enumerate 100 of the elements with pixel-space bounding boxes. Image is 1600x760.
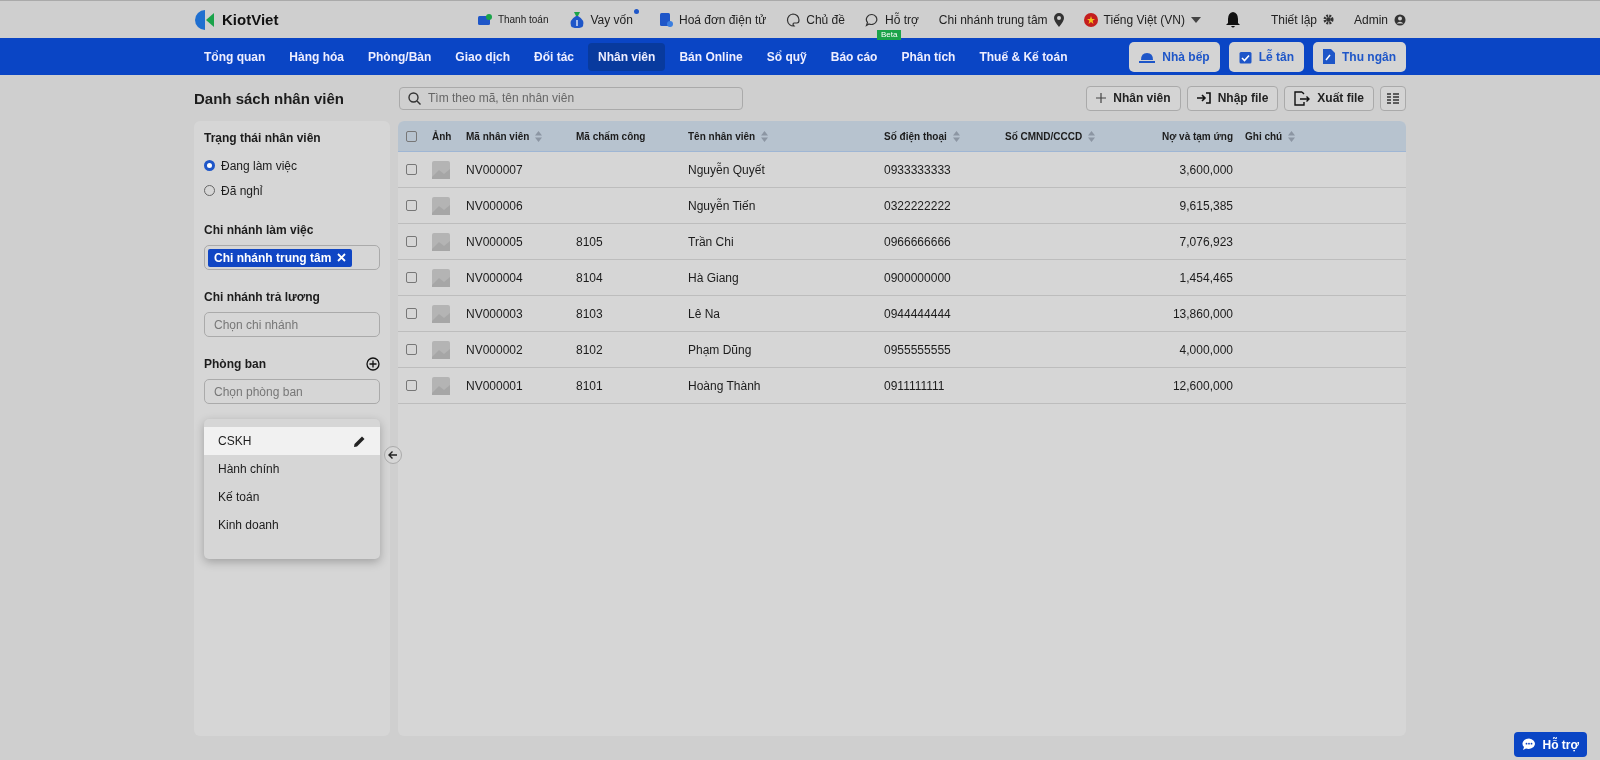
money-bag-icon bbox=[568, 10, 585, 29]
chat-icon bbox=[864, 12, 879, 27]
search-field[interactable]: Tìm theo mã, tên nhân viên bbox=[399, 86, 743, 110]
row-checkbox[interactable] bbox=[406, 200, 417, 211]
nav-tab[interactable]: Phòng/Bàn bbox=[358, 42, 442, 71]
settings-link[interactable]: Thiết lập bbox=[1270, 12, 1334, 27]
user-icon bbox=[1394, 13, 1406, 26]
avatar-placeholder-icon bbox=[432, 232, 450, 251]
avatar-placeholder-icon bbox=[432, 160, 450, 179]
top-link[interactable]: Chủ đề bbox=[786, 12, 845, 27]
document-icon bbox=[1323, 49, 1335, 64]
table-cell: Trần Chi bbox=[688, 234, 734, 249]
row-checkbox[interactable] bbox=[406, 272, 417, 283]
radio-option[interactable]: Đã nghỉ bbox=[204, 178, 380, 203]
add-circle-icon[interactable] bbox=[366, 357, 380, 371]
table-cell: 8102 bbox=[576, 342, 603, 357]
table-cell: Hà Giang bbox=[688, 270, 739, 285]
column-header[interactable]: Số điện thoại bbox=[884, 130, 1005, 142]
table-cell: 12,600,000 bbox=[1172, 378, 1233, 393]
table-cell: 7,076,923 bbox=[1179, 234, 1233, 249]
column-header[interactable]: Mã nhân viên bbox=[466, 130, 576, 142]
table-cell: NV000005 bbox=[466, 234, 523, 249]
sort-icon bbox=[535, 130, 543, 142]
table-cell: NV000002 bbox=[466, 342, 523, 357]
department-field[interactable]: Chọn phòng ban bbox=[204, 379, 380, 404]
branch-field[interactable]: Chi nhánh trung tâm bbox=[204, 245, 380, 270]
page-title: Danh sách nhân viên bbox=[194, 89, 346, 107]
table-cell: 0955555555 bbox=[884, 342, 951, 357]
nav-button[interactable]: Thu ngân bbox=[1313, 41, 1406, 72]
filter-title: Phòng ban bbox=[204, 357, 266, 371]
nav-tab[interactable]: Sổ quỹ bbox=[756, 42, 817, 71]
language-selector[interactable]: Tiếng Việt (VN) bbox=[1083, 12, 1201, 27]
column-header[interactable]: Ghi chú bbox=[1245, 130, 1406, 142]
cloche-icon bbox=[1139, 50, 1156, 63]
nav-tab[interactable]: Tổng quan bbox=[194, 42, 276, 71]
bell-icon[interactable] bbox=[1224, 10, 1241, 29]
table-cell: 3,600,000 bbox=[1179, 162, 1233, 177]
dropdown-item[interactable]: Hành chính bbox=[204, 455, 380, 483]
table-cell: 0966666666 bbox=[884, 234, 951, 249]
table-cell: 1,454,465 bbox=[1179, 270, 1233, 285]
column-header[interactable]: Tên nhân viên bbox=[688, 130, 884, 142]
chat-icon bbox=[1522, 738, 1537, 751]
nav-tab[interactable]: Phân tích bbox=[891, 42, 966, 71]
table-cell: 0911111111 bbox=[884, 378, 945, 393]
row-checkbox[interactable] bbox=[406, 236, 417, 247]
sort-icon bbox=[1088, 130, 1096, 142]
branch-tag: Chi nhánh trung tâm bbox=[208, 248, 353, 267]
row-checkbox[interactable] bbox=[406, 344, 417, 355]
table-cell: 4,000,000 bbox=[1179, 342, 1233, 357]
support-button[interactable]: Hỗ trợ bbox=[1514, 732, 1587, 757]
table-cell: 8101 bbox=[576, 378, 603, 393]
nav-tab[interactable]: Giao dịch bbox=[445, 42, 520, 71]
column-header: Nợ và tạm ứng bbox=[1160, 130, 1234, 142]
nav-tab[interactable]: Thuế & Kế toán bbox=[969, 42, 1078, 71]
row-checkbox[interactable] bbox=[406, 308, 417, 319]
branch-selector[interactable]: Chi nhánh trung tâm bbox=[938, 12, 1064, 27]
row-checkbox[interactable] bbox=[406, 164, 417, 175]
top-link[interactable]: Hoá đơn điện tử bbox=[658, 11, 767, 28]
nav-tab[interactable]: Bán Online bbox=[669, 42, 753, 71]
table-cell: 8105 bbox=[576, 234, 603, 249]
select-all-checkbox[interactable] bbox=[406, 130, 417, 142]
top-link[interactable]: Vay vốn bbox=[568, 10, 639, 29]
close-icon[interactable] bbox=[337, 253, 347, 262]
nav-button[interactable]: Lễ tân bbox=[1228, 41, 1304, 72]
dropdown-item[interactable]: Kinh doanh bbox=[204, 511, 380, 539]
branch-select-field[interactable]: Chọn chi nhánh bbox=[204, 312, 380, 337]
row-checkbox[interactable] bbox=[406, 380, 417, 391]
top-link[interactable]: Hỗ trợ bbox=[864, 12, 919, 27]
table-cell: 9,615,385 bbox=[1179, 198, 1233, 213]
top-link[interactable]: Thanh toán bbox=[477, 13, 549, 26]
pencil-icon[interactable] bbox=[353, 434, 366, 448]
logo-text: KiotViet bbox=[222, 11, 279, 28]
invoice-icon bbox=[658, 11, 673, 28]
avatar-placeholder-icon bbox=[432, 304, 450, 323]
avatar-placeholder-icon bbox=[432, 376, 450, 395]
nav-tab[interactable]: Nhân viên bbox=[588, 42, 666, 71]
radio-option[interactable]: Đang làm việc bbox=[204, 153, 380, 178]
dropdown-item[interactable]: Kế toán bbox=[204, 483, 380, 511]
nav-tab[interactable]: Đối tác bbox=[524, 42, 585, 71]
column-toggle-button[interactable] bbox=[1380, 85, 1406, 111]
avatar-placeholder-icon bbox=[432, 268, 450, 287]
nav-tab[interactable]: Hàng hóa bbox=[279, 42, 354, 71]
import-icon bbox=[1196, 92, 1211, 104]
notification-dot bbox=[633, 8, 639, 14]
table-cell: 13,860,000 bbox=[1172, 306, 1233, 321]
action-button[interactable]: Nhập file bbox=[1186, 85, 1279, 111]
table-cell: Nguyễn Quyết bbox=[688, 162, 765, 177]
action-button[interactable]: Nhân viên bbox=[1086, 85, 1181, 111]
sort-icon bbox=[952, 130, 960, 142]
filter-title: Chi nhánh làm việc bbox=[204, 223, 315, 237]
dropdown-item[interactable]: CSKH bbox=[204, 427, 380, 455]
nav-tab[interactable]: Báo cáo bbox=[820, 42, 888, 71]
flag-icon bbox=[1083, 12, 1098, 27]
export-icon bbox=[1294, 90, 1311, 106]
user-menu[interactable]: Admin bbox=[1354, 12, 1406, 27]
column-header[interactable]: Số CMND/CCCD bbox=[1005, 130, 1135, 142]
nav-button[interactable]: Nhà bếp bbox=[1129, 41, 1220, 72]
location-pin-icon bbox=[1053, 12, 1064, 27]
column-header: Mã chấm công bbox=[576, 130, 647, 142]
action-button[interactable]: Xuất file bbox=[1284, 85, 1374, 111]
